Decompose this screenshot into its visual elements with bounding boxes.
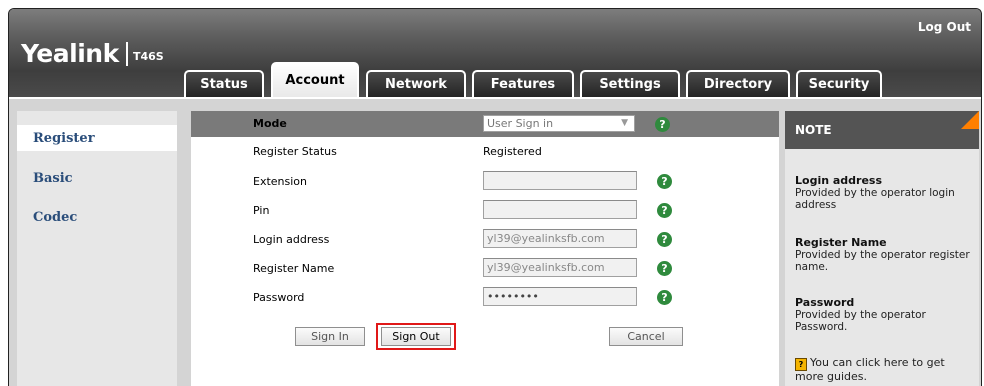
tab-features[interactable]: Features bbox=[472, 70, 574, 97]
sign-in-button[interactable]: Sign In bbox=[295, 327, 365, 346]
header-bar: Yealink T46S Log Out Status Account Netw… bbox=[9, 9, 981, 98]
note-panel: NOTE Login address Provided by the opera… bbox=[785, 111, 979, 386]
cancel-button[interactable]: Cancel bbox=[609, 327, 683, 346]
note-section-title: Login address bbox=[795, 174, 883, 187]
mode-select[interactable]: User Sign in ▼ bbox=[483, 115, 635, 132]
logo-divider bbox=[126, 42, 128, 66]
register-name-label: Register Name bbox=[253, 262, 335, 275]
brand-logo: Yealink bbox=[21, 39, 119, 68]
help-icon[interactable]: ? bbox=[657, 174, 672, 189]
note-section-title: Password bbox=[795, 296, 855, 309]
guide-link[interactable]: ? You can click here to get more guides. bbox=[795, 357, 971, 383]
note-title: NOTE bbox=[785, 111, 979, 149]
extension-label: Extension bbox=[253, 175, 308, 188]
pin-input[interactable] bbox=[483, 200, 637, 219]
sidebar-item-basic[interactable]: Basic bbox=[33, 171, 73, 186]
login-address-label: Login address bbox=[253, 233, 330, 246]
register-status-value: Registered bbox=[483, 145, 542, 158]
password-input[interactable]: •••••••• bbox=[483, 287, 637, 306]
pin-label: Pin bbox=[253, 204, 270, 217]
logout-link[interactable]: Log Out bbox=[918, 20, 971, 34]
sidebar-item-register[interactable]: Register bbox=[17, 125, 177, 151]
tab-account[interactable]: Account bbox=[271, 62, 359, 98]
note-corner bbox=[961, 111, 979, 129]
mode-row: Mode User Sign in ▼ ? bbox=[191, 111, 779, 137]
note-section: Password Provided by the operator Passwo… bbox=[795, 296, 971, 334]
login-address-input[interactable]: yl39@yealinksfb.com bbox=[483, 229, 637, 248]
register-form: Mode User Sign in ▼ ? Register Status Re… bbox=[191, 111, 779, 386]
tab-status[interactable]: Status bbox=[184, 70, 264, 97]
content-area: Register Basic Codec Mode User Sign in ▼… bbox=[9, 97, 981, 386]
mode-select-value: User Sign in bbox=[487, 117, 554, 130]
note-section: Login address Provided by the operator l… bbox=[795, 174, 971, 212]
register-name-input[interactable]: yl39@yealinksfb.com bbox=[483, 258, 637, 277]
help-icon[interactable]: ? bbox=[657, 203, 672, 218]
sidebar: Register Basic Codec bbox=[17, 111, 177, 386]
highlight-box bbox=[376, 323, 456, 350]
extension-input[interactable] bbox=[483, 171, 637, 190]
tab-security[interactable]: Security bbox=[796, 70, 882, 97]
model-label: T46S bbox=[133, 50, 164, 63]
note-section-title: Register Name bbox=[795, 236, 887, 249]
register-status-label: Register Status bbox=[253, 145, 337, 158]
note-section-text: Provided by the operator register name. bbox=[795, 249, 970, 273]
note-section: Register Name Provided by the operator r… bbox=[795, 236, 971, 274]
note-section-text: Provided by the operator login address bbox=[795, 187, 955, 211]
sidebar-item-codec[interactable]: Codec bbox=[33, 210, 77, 225]
tab-settings[interactable]: Settings bbox=[580, 70, 680, 97]
password-label: Password bbox=[253, 291, 305, 304]
help-icon[interactable]: ? bbox=[657, 232, 672, 247]
help-icon[interactable]: ? bbox=[657, 290, 672, 305]
help-icon[interactable]: ? bbox=[655, 117, 670, 132]
chevron-down-icon: ▼ bbox=[621, 118, 628, 128]
guide-text: You can click here to get more guides. bbox=[795, 356, 945, 383]
tab-directory[interactable]: Directory bbox=[686, 70, 790, 97]
mode-label: Mode bbox=[253, 117, 287, 130]
help-icon[interactable]: ? bbox=[657, 261, 672, 276]
app-window: Yealink T46S Log Out Status Account Netw… bbox=[8, 8, 982, 386]
tab-network[interactable]: Network bbox=[366, 70, 466, 97]
note-section-text: Provided by the operator Password. bbox=[795, 309, 926, 333]
